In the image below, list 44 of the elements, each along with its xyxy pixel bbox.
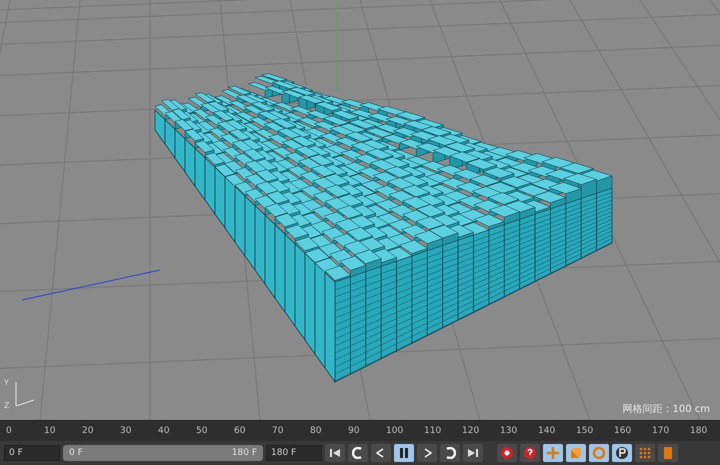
question-circle-icon	[523, 446, 537, 460]
pause-icon	[399, 447, 409, 459]
frame-tick-label: 60	[234, 426, 246, 436]
cube-icon	[570, 447, 582, 459]
frame-tick-label: 80	[310, 426, 322, 436]
frame-tick-label: 20	[82, 426, 94, 436]
grid-spacing-label: 网格间距：100 cm	[622, 402, 710, 416]
frame-tick-label: 30	[120, 426, 132, 436]
transport-button[interactable]	[325, 444, 345, 462]
transport-button[interactable]	[394, 444, 414, 462]
rotate-icon	[592, 446, 606, 460]
skip-end-icon	[467, 448, 479, 458]
p-circle-icon	[615, 446, 629, 460]
transport-button[interactable]	[371, 444, 391, 462]
frame-tick-label: 110	[424, 426, 442, 436]
frame-tick-label: 140	[538, 426, 556, 436]
frame-tick-label: 0	[6, 426, 13, 436]
transport-button[interactable]	[417, 444, 437, 462]
frame-tick-label: 50	[196, 426, 208, 436]
frame-tick-label: 90	[348, 426, 360, 436]
tool-button[interactable]	[497, 444, 517, 462]
transport-button[interactable]	[440, 444, 460, 462]
frame-tick-label: 100	[386, 426, 404, 436]
timeline-ruler[interactable]: 0 10 20 30 40 50 60 70 80 90 100 110 120 130 140 150 160 170 180	[0, 420, 720, 441]
axis-label: Y	[4, 378, 10, 387]
frame-tick-label: 160	[614, 426, 632, 436]
start-frame-field[interactable]: 0 F	[4, 445, 60, 461]
end-frame-field[interactable]: 180 F	[266, 445, 322, 461]
frame-tick-label: 70	[272, 426, 284, 436]
axis-label: Z	[4, 401, 10, 410]
transport-button[interactable]	[348, 444, 368, 462]
frame-tick-label: 150	[576, 426, 594, 436]
frame-tick-label: 120	[462, 426, 480, 436]
record-icon	[500, 446, 514, 460]
frame-tick-label: 130	[500, 426, 518, 436]
frame-tick-label: 170	[652, 426, 670, 436]
frame-tick-label: 10	[44, 426, 56, 436]
dot-grid-icon	[639, 447, 651, 459]
frame-tick-label: 180	[690, 426, 708, 436]
transport-button[interactable]	[463, 444, 483, 462]
tool-button[interactable]	[520, 444, 540, 462]
tool-button[interactable]	[612, 444, 632, 462]
frame-tick-label: 40	[158, 426, 170, 436]
skip-start-icon	[329, 448, 341, 458]
